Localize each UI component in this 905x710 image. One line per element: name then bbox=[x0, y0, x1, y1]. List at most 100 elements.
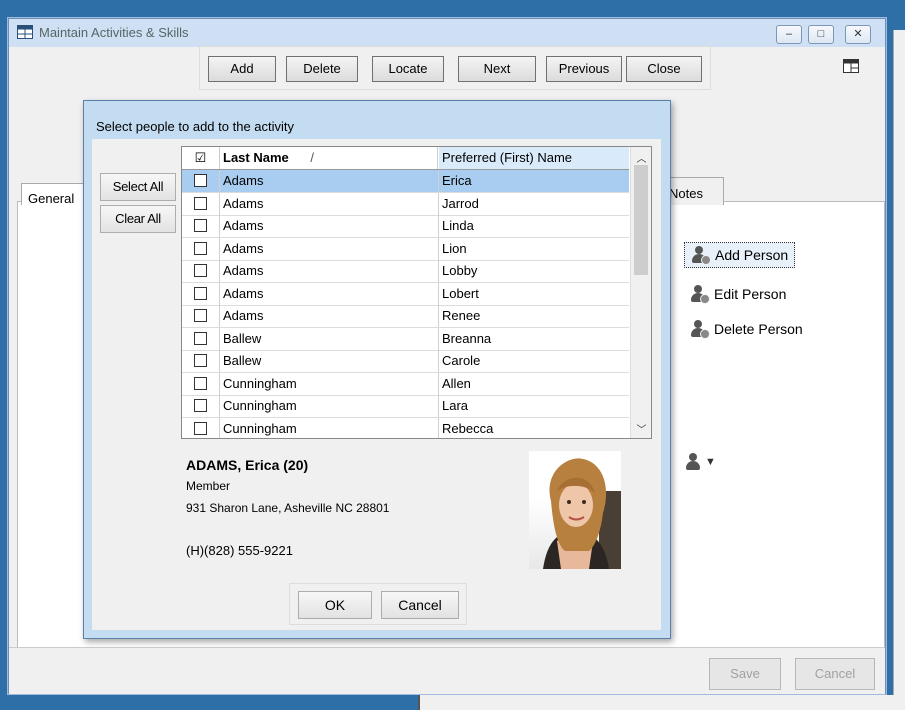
detail-member-type: Member bbox=[186, 479, 231, 493]
row-checkbox[interactable] bbox=[194, 286, 207, 300]
layout-toggle-icon[interactable] bbox=[843, 59, 859, 73]
row-checkbox[interactable] bbox=[194, 331, 207, 345]
detail-name: ADAMS, Erica (20) bbox=[186, 457, 309, 473]
sort-indicator: / bbox=[310, 150, 314, 165]
cell-last-name: Adams bbox=[223, 195, 264, 211]
add-person-button[interactable]: Add Person bbox=[684, 242, 796, 268]
ok-button[interactable]: OK bbox=[298, 591, 372, 619]
row-checkbox[interactable] bbox=[194, 399, 207, 412]
table-row[interactable]: Adams Renee bbox=[182, 305, 629, 328]
table-row[interactable]: Adams Erica bbox=[182, 170, 629, 193]
delete-person-button[interactable]: Delete Person bbox=[684, 317, 809, 341]
save-button[interactable]: Save bbox=[709, 658, 781, 690]
cell-last-name: Adams bbox=[223, 218, 264, 233]
delete-button[interactable]: Delete bbox=[286, 56, 358, 82]
edit-person-label: Edit Person bbox=[714, 286, 787, 302]
cancel-button[interactable]: Cancel bbox=[795, 658, 875, 690]
table-row[interactable]: Ballew Carole bbox=[182, 350, 629, 373]
cell-last-name: Adams bbox=[223, 285, 264, 301]
row-checkbox[interactable] bbox=[194, 196, 207, 210]
scroll-down-icon[interactable]: ﹀ bbox=[631, 421, 651, 436]
cell-last-name: Adams bbox=[223, 263, 264, 278]
grid-scrollbar[interactable]: ︿ ﹀ bbox=[630, 147, 651, 438]
close-window-button[interactable]: ✕ bbox=[845, 25, 871, 44]
cell-preferred-name: Renee bbox=[442, 308, 481, 323]
person-menu-dropdown[interactable]: ▼ bbox=[685, 453, 716, 471]
previous-button[interactable]: Previous bbox=[546, 56, 622, 82]
cell-preferred-name: Lobert bbox=[442, 285, 479, 301]
cell-last-name: Cunningham bbox=[223, 420, 297, 436]
row-checkbox[interactable] bbox=[194, 241, 207, 255]
cell-preferred-name: Allen bbox=[442, 375, 471, 391]
record-toolbar: Add Delete Locate Next Previous Close bbox=[199, 46, 711, 90]
scroll-up-icon[interactable]: ︿ bbox=[631, 150, 651, 165]
person-icon bbox=[685, 453, 703, 471]
cell-preferred-name: Linda bbox=[442, 218, 474, 233]
cell-preferred-name: Rebecca bbox=[442, 420, 494, 436]
cell-last-name: Ballew bbox=[223, 330, 262, 346]
tab-general[interactable]: General bbox=[21, 183, 91, 206]
dialog-body: Select All Clear All ☑ Last Name / Prefe… bbox=[92, 139, 661, 630]
person-photo bbox=[529, 451, 621, 569]
cell-last-name: Adams bbox=[223, 308, 264, 323]
maximize-button[interactable]: □ bbox=[808, 25, 834, 44]
row-checkbox[interactable] bbox=[194, 354, 207, 367]
table-row[interactable]: Cunningham Rebecca bbox=[182, 417, 629, 438]
background-window-edge bbox=[893, 30, 905, 710]
dialog-title: Select people to add to the activity bbox=[96, 119, 295, 134]
footer-bar: Save Cancel bbox=[9, 647, 885, 694]
delete-person-label: Delete Person bbox=[714, 321, 803, 337]
table-row[interactable]: Adams Jarrod bbox=[182, 192, 629, 216]
cell-preferred-name: Jarrod bbox=[442, 195, 479, 211]
row-checkbox[interactable] bbox=[194, 264, 207, 277]
background-window-edge-bottom bbox=[418, 695, 905, 710]
cell-preferred-name: Breanna bbox=[442, 330, 492, 346]
delete-person-icon bbox=[690, 320, 710, 339]
dialog-cancel-button[interactable]: Cancel bbox=[381, 591, 459, 619]
dialog-button-bar: OK Cancel bbox=[289, 583, 467, 625]
tab-notes[interactable]: Notes bbox=[664, 177, 724, 205]
edit-person-button[interactable]: Edit Person bbox=[684, 282, 792, 306]
minimize-button[interactable]: – bbox=[776, 25, 802, 44]
cell-last-name: Adams bbox=[223, 173, 264, 188]
next-button[interactable]: Next bbox=[458, 56, 536, 82]
table-row[interactable]: Adams Linda bbox=[182, 215, 629, 238]
scroll-thumb[interactable] bbox=[634, 165, 648, 275]
cell-preferred-name: Lara bbox=[442, 398, 469, 413]
cell-last-name: Cunningham bbox=[223, 375, 297, 391]
select-all-button[interactable]: Select All bbox=[100, 173, 176, 201]
header-last-name-label: Last Name bbox=[223, 150, 289, 165]
add-button[interactable]: Add bbox=[208, 56, 276, 82]
clear-all-button[interactable]: Clear All bbox=[100, 205, 176, 233]
header-last-name[interactable]: Last Name / bbox=[220, 147, 438, 169]
row-checkbox[interactable] bbox=[194, 309, 207, 322]
grid-header: ☑ Last Name / Preferred (First) Name bbox=[182, 147, 629, 170]
cell-preferred-name: Lion bbox=[442, 240, 467, 256]
row-checkbox[interactable] bbox=[194, 376, 207, 390]
close-button[interactable]: Close bbox=[626, 56, 702, 82]
table-row[interactable]: Cunningham Lara bbox=[182, 395, 629, 418]
detail-address: 931 Sharon Lane, Asheville NC 28801 bbox=[186, 501, 390, 515]
people-grid: ☑ Last Name / Preferred (First) Name Ada… bbox=[181, 146, 652, 439]
chevron-down-icon: ▼ bbox=[705, 456, 716, 468]
cell-last-name: Adams bbox=[223, 240, 264, 256]
add-person-icon bbox=[691, 246, 711, 265]
table-row[interactable]: Adams Lion bbox=[182, 237, 629, 261]
window-title: Maintain Activities & Skills bbox=[39, 25, 189, 40]
locate-button[interactable]: Locate bbox=[372, 56, 444, 82]
header-check-all[interactable]: ☑ bbox=[182, 147, 220, 169]
row-checkbox[interactable] bbox=[194, 219, 207, 232]
row-checkbox[interactable] bbox=[194, 421, 207, 435]
edit-person-icon bbox=[690, 285, 710, 304]
detail-phone: (H)(828) 555-9221 bbox=[186, 543, 293, 558]
table-row[interactable]: Adams Lobby bbox=[182, 260, 629, 283]
row-checkbox[interactable] bbox=[194, 174, 207, 187]
title-bar: Maintain Activities & Skills – □ ✕ bbox=[9, 19, 885, 47]
header-preferred-name[interactable]: Preferred (First) Name bbox=[439, 147, 629, 169]
table-row[interactable]: Cunningham Allen bbox=[182, 372, 629, 396]
add-person-label: Add Person bbox=[715, 247, 789, 263]
table-row[interactable]: Adams Lobert bbox=[182, 282, 629, 306]
table-row[interactable]: Ballew Breanna bbox=[182, 327, 629, 351]
select-people-dialog: Select people to add to the activity Sel… bbox=[83, 100, 671, 639]
grid-window-icon bbox=[17, 25, 33, 39]
